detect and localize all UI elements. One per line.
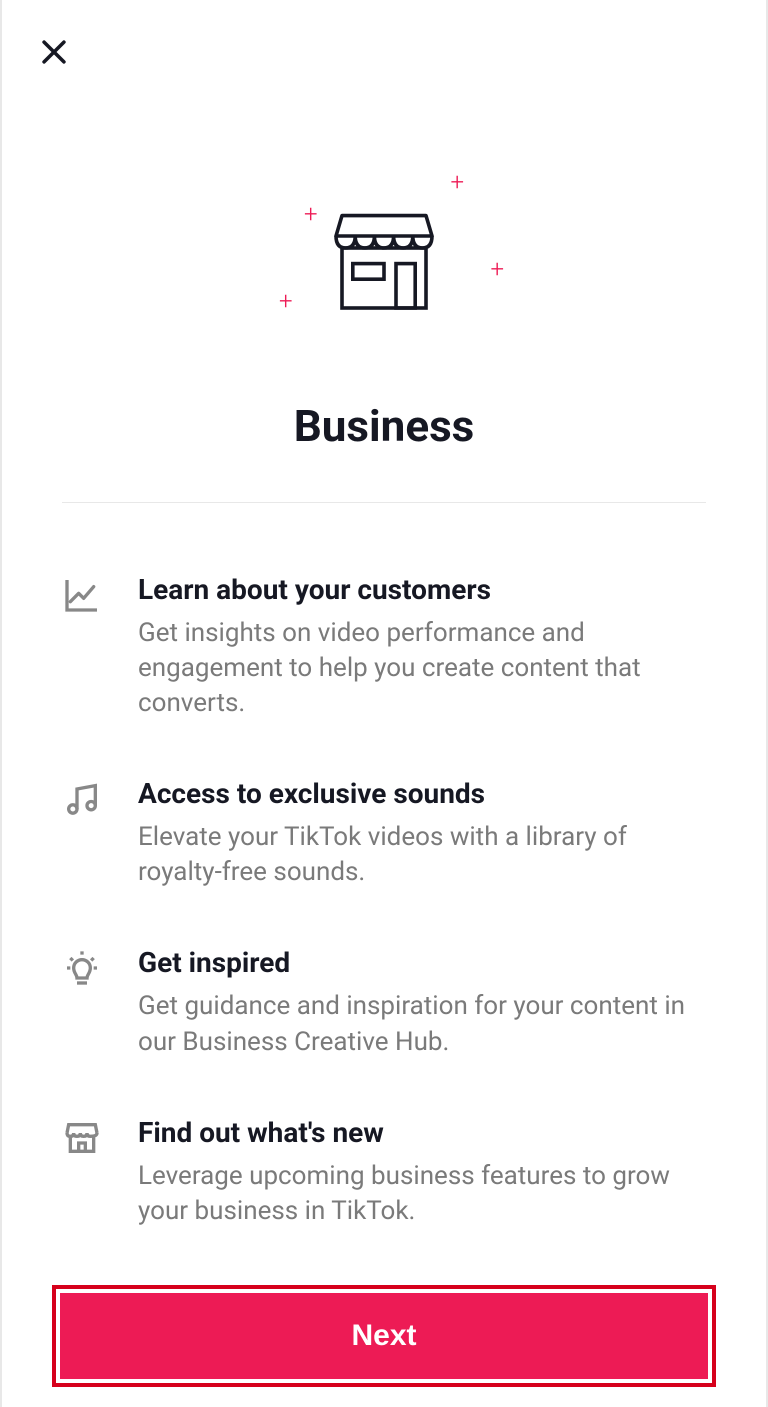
- feature-description: Leverage upcoming business features to g…: [138, 1159, 706, 1229]
- feature-title: Access to exclusive sounds: [138, 777, 706, 810]
- close-icon: [37, 35, 71, 69]
- button-container: Next: [2, 1285, 766, 1407]
- next-button-highlight: Next: [52, 1285, 716, 1387]
- music-note-icon: [62, 779, 102, 819]
- hero-section: + + + + Business: [2, 0, 766, 502]
- store-icon: [324, 205, 444, 315]
- features-list: Learn about your customers Get insights …: [2, 503, 766, 1285]
- next-button[interactable]: Next: [60, 1293, 708, 1379]
- business-illustration: + + + +: [254, 160, 514, 360]
- feature-description: Get insights on video performance and en…: [138, 616, 706, 721]
- feature-item: Access to exclusive sounds Elevate your …: [62, 777, 706, 890]
- feature-content: Get inspired Get guidance and inspiratio…: [138, 946, 706, 1059]
- feature-item: Learn about your customers Get insights …: [62, 573, 706, 721]
- feature-content: Learn about your customers Get insights …: [138, 573, 706, 721]
- feature-title: Get inspired: [138, 946, 706, 979]
- sparkle-icon: +: [490, 255, 504, 283]
- feature-description: Elevate your TikTok videos with a librar…: [138, 820, 706, 890]
- feature-title: Learn about your customers: [138, 573, 706, 606]
- feature-description: Get guidance and inspiration for your co…: [138, 989, 706, 1059]
- main-container: + + + + Business: [2, 0, 766, 1407]
- feature-title: Find out what's new: [138, 1116, 706, 1149]
- feature-item: Get inspired Get guidance and inspiratio…: [62, 946, 706, 1059]
- storefront-icon: [62, 1118, 102, 1158]
- lightbulb-icon: [62, 948, 102, 988]
- chart-line-icon: [62, 575, 102, 615]
- sparkle-icon: +: [279, 287, 293, 315]
- close-button[interactable]: [32, 30, 76, 74]
- feature-content: Access to exclusive sounds Elevate your …: [138, 777, 706, 890]
- feature-content: Find out what's new Leverage upcoming bu…: [138, 1116, 706, 1229]
- sparkle-icon: +: [450, 168, 464, 196]
- page-title: Business: [294, 400, 475, 452]
- sparkle-icon: +: [304, 200, 318, 228]
- feature-item: Find out what's new Leverage upcoming bu…: [62, 1116, 706, 1229]
